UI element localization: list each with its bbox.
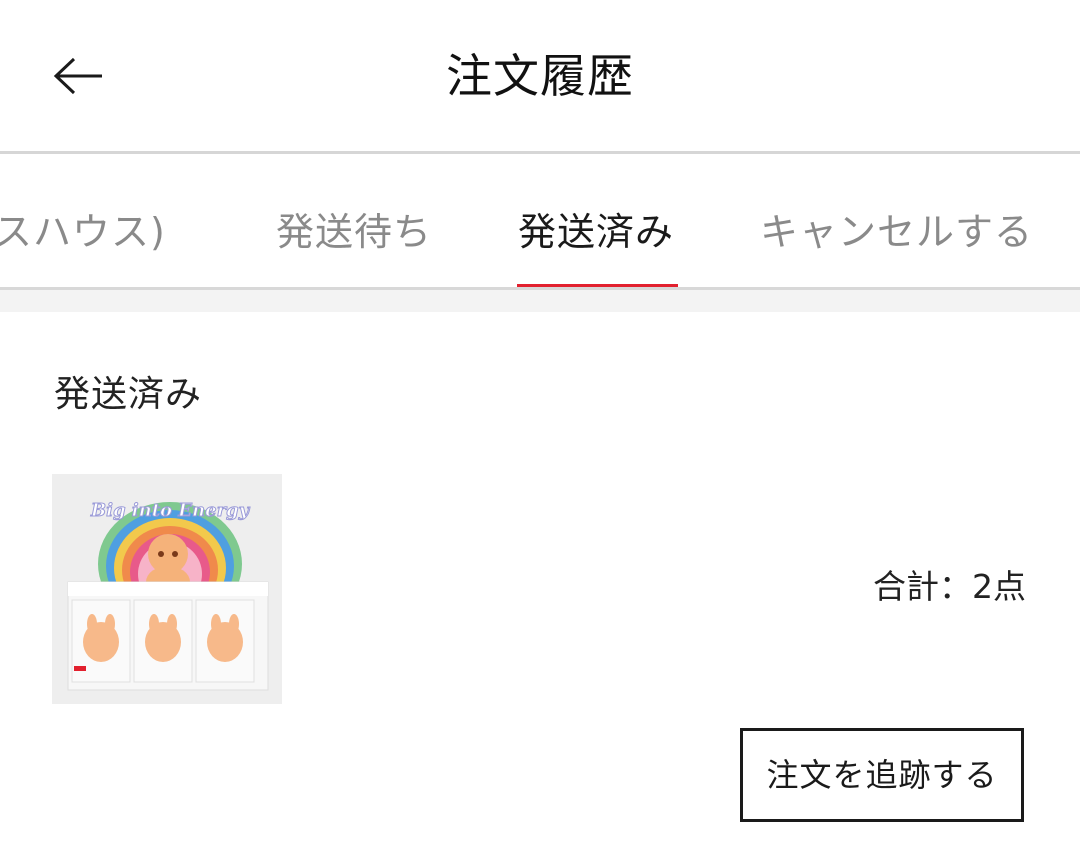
app-header: 注文履歴 (0, 0, 1080, 154)
tab-awaiting-shipment[interactable]: 発送待ち (276, 202, 432, 262)
tab-cancel[interactable]: キャンセルする (760, 202, 1033, 262)
page-title: 注文履歴 (446, 49, 634, 103)
track-order-button[interactable]: 注文を追跡する (740, 728, 1024, 822)
tab-in-house[interactable]: スハウス) (0, 202, 166, 262)
order-total: 合計：2点 (873, 567, 1026, 606)
product-image[interactable]: Big into Energy (52, 474, 282, 704)
order-card[interactable]: 発送済み Big into Energy 合計：2点 注文を追跡する (0, 312, 1080, 846)
product-image-text: Big into Energy (90, 500, 251, 521)
tab-shipped[interactable]: 発送済み (518, 202, 674, 262)
order-status-tabs: スハウス) 発送待ち 発送済み キャンセルする (0, 154, 1080, 287)
order-status-label: 発送済み (54, 374, 203, 415)
section-gap (0, 290, 1080, 312)
